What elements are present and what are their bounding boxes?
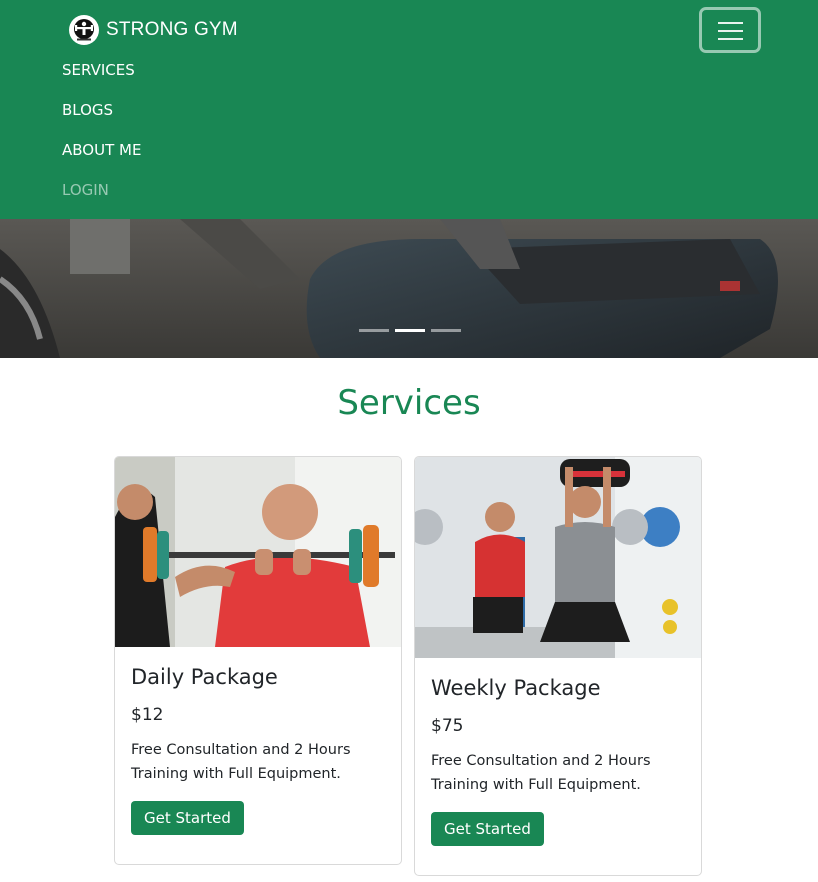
nav-link-about-me[interactable]: ABOUT ME: [62, 141, 141, 159]
services-heading: Services: [337, 383, 481, 423]
navbar: STRONG GYM SERVICES BLOGS ABOUT ME LOGIN: [0, 0, 818, 219]
card-image-weekly: [415, 457, 701, 658]
card-body-weekly: Weekly Package $75 Free Consultation and…: [415, 658, 701, 862]
brand-link[interactable]: STRONG GYM: [69, 14, 238, 46]
card-image-daily: [115, 457, 401, 647]
nav-link-services[interactable]: SERVICES: [62, 61, 135, 79]
carousel-indicator-1[interactable]: [359, 329, 389, 332]
service-card-weekly: Weekly Package $75 Free Consultation and…: [414, 456, 702, 876]
hamburger-menu-icon: [718, 22, 743, 24]
hero-carousel: [0, 219, 818, 358]
navbar-toggler-button[interactable]: [699, 7, 761, 53]
brand-name: STRONG GYM: [106, 19, 238, 40]
get-started-button-daily[interactable]: Get Started: [131, 801, 244, 835]
nav-link-login[interactable]: LOGIN: [62, 181, 109, 199]
gym-logo-icon: [69, 15, 99, 45]
carousel-indicators: [359, 329, 461, 332]
service-card-daily: Daily Package $12 Free Consultation and …: [114, 456, 402, 865]
hamburger-line: [718, 30, 743, 32]
card-price: $75: [431, 716, 464, 736]
card-price: $12: [131, 705, 164, 725]
hamburger-line: [718, 38, 743, 40]
card-description: Free Consultation and 2 Hours Training w…: [131, 742, 351, 782]
carousel-slide-image: [0, 219, 818, 358]
carousel-indicator-3[interactable]: [431, 329, 461, 332]
get-started-button-weekly[interactable]: Get Started: [431, 812, 544, 846]
card-body-daily: Daily Package $12 Free Consultation and …: [115, 647, 401, 851]
card-title: Weekly Package: [431, 676, 601, 700]
card-description: Free Consultation and 2 Hours Training w…: [431, 753, 651, 793]
carousel-indicator-2[interactable]: [395, 329, 425, 332]
card-title: Daily Package: [131, 665, 278, 689]
nav-link-blogs[interactable]: BLOGS: [62, 101, 113, 119]
